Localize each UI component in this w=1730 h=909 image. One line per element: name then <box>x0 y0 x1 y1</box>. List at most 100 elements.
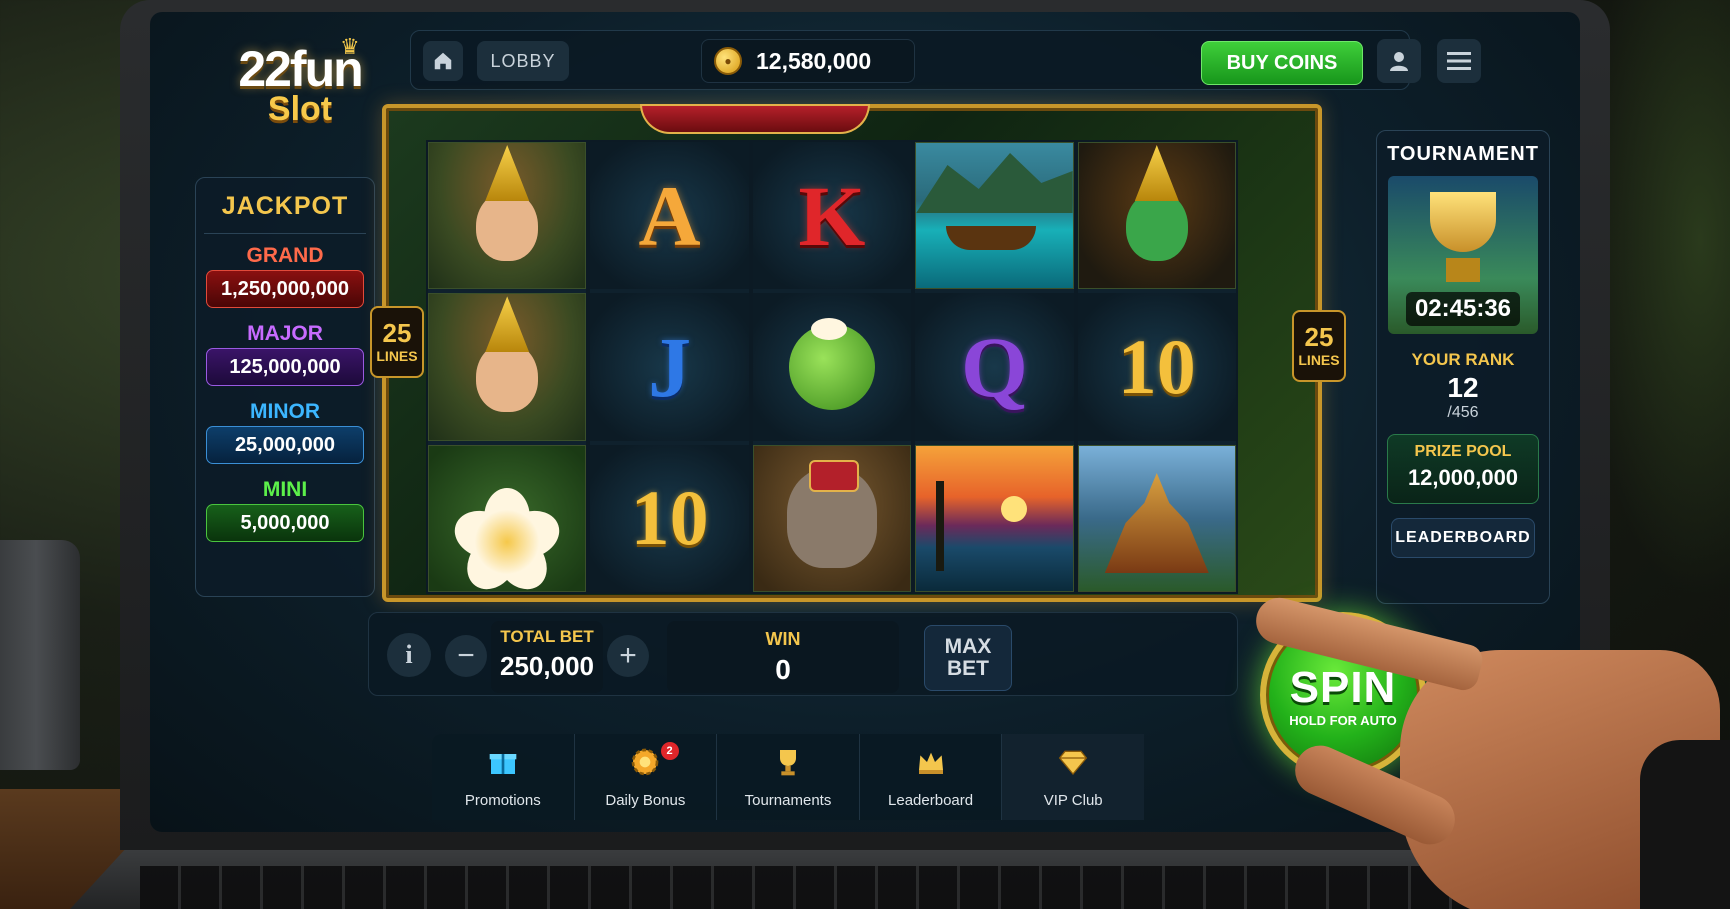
total-bet-value: 250,000 <box>500 651 594 681</box>
crown-icon <box>860 746 1002 786</box>
tournament-panel: TOURNAMENT 02:45:36 YOUR RANK 12 /456 PR… <box>1376 130 1550 604</box>
decrease-bet-button[interactable]: − <box>445 635 487 677</box>
menu-button[interactable] <box>1437 39 1481 83</box>
nav-label: Leaderboard <box>888 792 974 809</box>
nav-label: Tournaments <box>744 792 832 809</box>
hamburger-icon <box>1447 52 1471 70</box>
symbol-elephant <box>752 444 912 592</box>
tournament-image: 02:45:36 <box>1388 176 1538 334</box>
reel-top-ornament <box>640 104 870 134</box>
nav-item-leaderboard[interactable]: Leaderboard <box>860 734 1003 820</box>
reel-grid: A J 10 K Q 10 <box>426 140 1238 594</box>
reel-1 <box>428 142 587 592</box>
info-button[interactable]: i <box>387 633 431 677</box>
rank-value: 12 <box>1447 372 1479 403</box>
bonus-gear-icon <box>575 746 717 786</box>
jackpot-tier-value: 25,000,000 <box>206 426 364 464</box>
symbol-letter: A <box>590 142 749 290</box>
jackpot-tier-name: MINOR <box>250 400 320 423</box>
jackpot-major: MAJOR 125,000,000 <box>206 322 364 386</box>
symbol-j: J <box>648 318 692 415</box>
win-display: WIN 0 <box>667 621 899 693</box>
symbol-letter: 10 <box>590 444 749 592</box>
jackpot-panel: JACKPOT GRAND 1,250,000,000 MAJOR 125,00… <box>195 177 375 597</box>
coconut-icon <box>788 317 875 410</box>
trophy-icon <box>1430 192 1496 252</box>
max-bet-line1: MAX <box>944 634 992 658</box>
gift-icon <box>432 746 574 786</box>
win-value: 0 <box>775 654 791 685</box>
nav-item-promotions[interactable]: Promotions <box>432 734 575 820</box>
jackpot-mini: MINI 5,000,000 <box>206 478 364 542</box>
buy-coins-button[interactable]: BUY COINS <box>1201 41 1363 85</box>
win-label: WIN <box>765 629 801 649</box>
reel-5: 10 <box>1077 142 1236 592</box>
jackpot-tier-name: MINI <box>262 478 308 501</box>
nav-item-tournaments[interactable]: Tournaments <box>717 734 860 820</box>
home-button[interactable] <box>423 41 463 81</box>
symbol-letter: 10 <box>1077 293 1236 441</box>
diamond-icon <box>1002 746 1144 786</box>
bottom-nav: Promotions 2 Daily Bonus Tournaments Lea… <box>432 734 1144 820</box>
elephant-icon <box>786 460 877 569</box>
tournament-timer: 02:45:36 <box>1406 292 1520 326</box>
user-icon <box>1390 52 1408 71</box>
nav-item-daily-bonus[interactable]: 2 Daily Bonus <box>575 734 718 820</box>
symbol-letter: J <box>590 293 749 441</box>
coin-balance: ● 12,580,000 <box>701 39 915 83</box>
coin-balance-value: 12,580,000 <box>756 47 872 74</box>
symbol-temple <box>1077 444 1236 592</box>
reel-4: Q <box>915 142 1074 592</box>
coin-icon: ● <box>714 47 742 75</box>
symbol-plumeria-flower <box>428 444 587 592</box>
trophy-base <box>1446 258 1480 282</box>
prize-pool: PRIZE POOL 12,000,000 <box>1387 434 1539 504</box>
jackpot-tier-value: 1,250,000,000 <box>206 270 364 308</box>
leaderboard-button[interactable]: LEADERBOARD <box>1391 518 1535 558</box>
bet-controls: i − TOTAL BET 250,000 + WIN 0 MAX BET <box>368 612 1238 696</box>
jackpot-grand: GRAND 1,250,000,000 <box>206 244 364 308</box>
game-logo: ♛ 22fun Slot <box>220 34 380 129</box>
jackpot-divider <box>204 233 366 234</box>
lines-badge-left: 25 LINES <box>370 306 424 378</box>
symbol-longtail-boat <box>915 142 1074 290</box>
tournament-title: TOURNAMENT <box>1387 143 1539 165</box>
max-bet-button[interactable]: MAX BET <box>924 625 1012 691</box>
background-mug <box>0 540 80 770</box>
lines-label: LINES <box>376 348 418 364</box>
symbol-dancer <box>428 142 587 290</box>
lines-count: 25 <box>382 318 412 348</box>
symbol-k: K <box>798 167 866 264</box>
lines-badge-right: 25 LINES <box>1292 310 1346 382</box>
symbol-q: Q <box>960 318 1028 415</box>
prize-pool-value: 12,000,000 <box>1407 465 1519 490</box>
lobby-button[interactable]: LOBBY <box>477 41 569 81</box>
top-bar: LOBBY ● 12,580,000 BUY COINS <box>410 30 1481 90</box>
profile-button[interactable] <box>1377 39 1421 83</box>
nav-item-vip-club[interactable]: VIP Club <box>1002 734 1144 820</box>
increase-bet-button[interactable]: + <box>607 635 649 677</box>
symbol-yaksha-mask <box>1077 142 1236 290</box>
nav-label: Promotions <box>464 792 541 809</box>
nav-label: VIP Club <box>1043 792 1103 809</box>
symbol-letter: Q <box>915 293 1074 441</box>
home-icon <box>434 52 452 70</box>
jackpot-tier-name: MAJOR <box>247 322 323 345</box>
reel-3: K <box>752 142 912 592</box>
symbol-10: 10 <box>1117 322 1196 410</box>
symbol-letter: K <box>752 142 912 290</box>
reel-2: A J 10 <box>590 142 749 592</box>
lines-count: 25 <box>1304 322 1334 352</box>
symbol-dancer <box>428 293 587 441</box>
rank-total: /456 <box>1447 404 1479 421</box>
logo-crown-icon: ♛ <box>340 34 360 59</box>
symbol-coconut <box>752 293 912 441</box>
total-bet-display: TOTAL BET 250,000 <box>491 621 603 693</box>
max-bet-line2: BET <box>947 657 989 680</box>
pointing-hand <box>1250 593 1730 909</box>
trophy-icon <box>717 746 859 786</box>
symbol-a: A <box>638 167 701 264</box>
rank-label: YOUR RANK <box>1411 350 1515 369</box>
symbol-sunset-beach <box>915 444 1074 592</box>
jackpot-minor: MINOR 25,000,000 <box>206 400 364 464</box>
